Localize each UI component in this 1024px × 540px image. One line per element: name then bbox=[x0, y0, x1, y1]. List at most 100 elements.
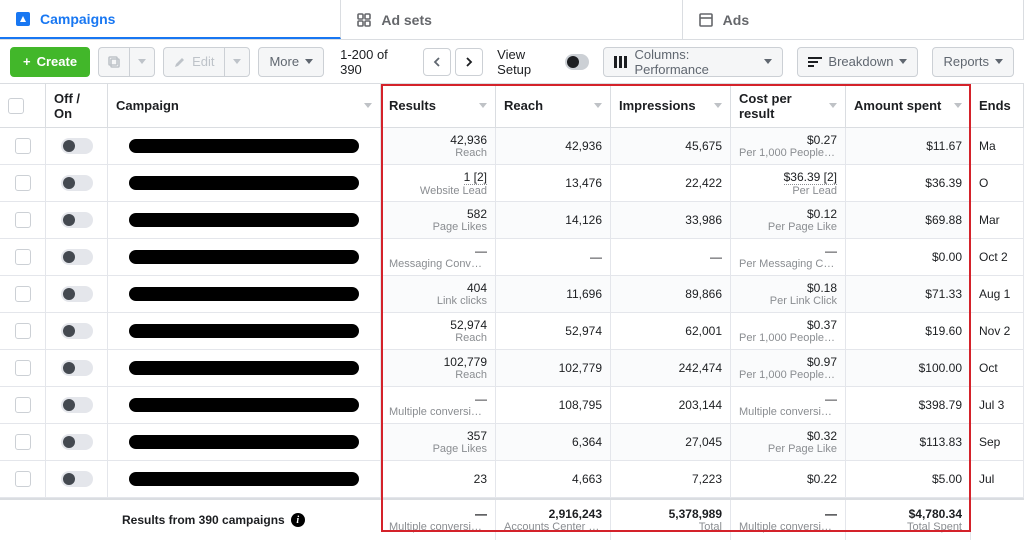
edit-dropdown[interactable] bbox=[224, 47, 250, 77]
row-toggle[interactable] bbox=[61, 360, 93, 376]
table-row[interactable]: —Multiple conversions108,795203,144—Mult… bbox=[0, 387, 1024, 424]
table-row[interactable]: 52,974Reach52,97462,001$0.37Per 1,000 Pe… bbox=[0, 313, 1024, 350]
toolbar: + Create Edit More 1-200 of 390 View bbox=[0, 40, 1024, 84]
results-sub: Reach bbox=[455, 147, 487, 159]
redacted-name bbox=[129, 324, 359, 338]
spent-value: $19.60 bbox=[925, 324, 962, 338]
campaign-name-cell[interactable] bbox=[108, 461, 381, 497]
row-checkbox[interactable] bbox=[15, 323, 31, 339]
edit-button[interactable]: Edit bbox=[163, 47, 224, 77]
row-checkbox-cell bbox=[0, 239, 46, 275]
table-row[interactable]: 582Page Likes14,12633,986$0.12Per Page L… bbox=[0, 202, 1024, 239]
row-toggle[interactable] bbox=[61, 323, 93, 339]
campaign-name-cell[interactable] bbox=[108, 165, 381, 201]
reports-button[interactable]: Reports bbox=[932, 47, 1014, 77]
row-checkbox-cell bbox=[0, 387, 46, 423]
duplicate-button[interactable] bbox=[98, 47, 129, 77]
reach-value: 4,663 bbox=[572, 472, 602, 486]
row-checkbox[interactable] bbox=[15, 212, 31, 228]
header-results[interactable]: Results bbox=[381, 84, 496, 127]
results-sub: Page Likes bbox=[433, 221, 487, 233]
row-toggle[interactable] bbox=[61, 249, 93, 265]
tab-ads[interactable]: Ads bbox=[683, 0, 1024, 39]
header-impressions[interactable]: Impressions bbox=[611, 84, 731, 127]
header-offon[interactable]: Off / On bbox=[46, 84, 108, 127]
prev-page-button[interactable] bbox=[423, 48, 451, 76]
campaign-name-cell[interactable] bbox=[108, 128, 381, 164]
create-button[interactable]: + Create bbox=[10, 47, 90, 77]
ends-cell: Sep bbox=[971, 424, 1024, 460]
impressions-value: 7,223 bbox=[692, 472, 722, 486]
more-button[interactable]: More bbox=[258, 47, 324, 77]
more-label: More bbox=[269, 54, 299, 69]
row-checkbox-cell bbox=[0, 165, 46, 201]
reach-value: 11,696 bbox=[566, 287, 602, 301]
row-checkbox[interactable] bbox=[15, 360, 31, 376]
row-toggle[interactable] bbox=[61, 471, 93, 487]
select-all-checkbox[interactable] bbox=[8, 98, 24, 114]
spent-value: $398.79 bbox=[919, 398, 962, 412]
tab-campaigns[interactable]: Campaigns bbox=[0, 0, 341, 39]
reach-value: 13,476 bbox=[565, 176, 602, 190]
row-toggle-cell bbox=[46, 350, 108, 386]
campaign-name-cell[interactable] bbox=[108, 350, 381, 386]
campaign-name-cell[interactable] bbox=[108, 424, 381, 460]
row-checkbox[interactable] bbox=[15, 434, 31, 450]
row-toggle[interactable] bbox=[61, 286, 93, 302]
campaign-name-cell[interactable] bbox=[108, 387, 381, 423]
header-ends[interactable]: Ends bbox=[971, 84, 1024, 127]
header-campaign[interactable]: Campaign bbox=[108, 84, 381, 127]
table-row[interactable]: 357Page Likes6,36427,045$0.32Per Page Li… bbox=[0, 424, 1024, 461]
header-cost-per-result[interactable]: Cost per result bbox=[731, 84, 846, 127]
impressions-value: 22,422 bbox=[685, 176, 722, 190]
results-value: 23 bbox=[474, 472, 487, 486]
reach-value: 52,974 bbox=[565, 324, 602, 338]
spent-cell: $5.00 bbox=[846, 461, 971, 497]
spent-value: $71.33 bbox=[925, 287, 962, 301]
header-reach[interactable]: Reach bbox=[496, 84, 611, 127]
duplicate-dropdown[interactable] bbox=[129, 47, 155, 77]
footer-results: — Multiple conversions bbox=[381, 500, 496, 540]
row-toggle[interactable] bbox=[61, 434, 93, 450]
cpr-value: $0.12 bbox=[807, 207, 837, 221]
row-toggle[interactable] bbox=[61, 397, 93, 413]
row-checkbox[interactable] bbox=[15, 286, 31, 302]
cpr-sub: Per Messaging Conv… bbox=[739, 258, 837, 270]
spent-cell: $11.67 bbox=[846, 128, 971, 164]
impressions-cell: 27,045 bbox=[611, 424, 731, 460]
spent-value: $11.67 bbox=[926, 139, 962, 153]
next-page-button[interactable] bbox=[455, 48, 483, 76]
row-checkbox[interactable] bbox=[15, 249, 31, 265]
columns-button[interactable]: Columns: Performance bbox=[603, 47, 783, 77]
table-row[interactable]: 1 [2]Website Lead13,47622,422$36.39 [2]P… bbox=[0, 165, 1024, 202]
row-checkbox[interactable] bbox=[15, 138, 31, 154]
row-toggle[interactable] bbox=[61, 138, 93, 154]
campaign-name-cell[interactable] bbox=[108, 313, 381, 349]
spent-cell: $113.83 bbox=[846, 424, 971, 460]
table-row[interactable]: 102,779Reach102,779242,474$0.97Per 1,000… bbox=[0, 350, 1024, 387]
row-checkbox[interactable] bbox=[15, 175, 31, 191]
tab-adsets[interactable]: Ad sets bbox=[341, 0, 682, 39]
reach-cell: 6,364 bbox=[496, 424, 611, 460]
header-amount-spent[interactable]: Amount spent bbox=[846, 84, 971, 127]
info-icon[interactable]: i bbox=[291, 513, 305, 527]
spent-value: $36.39 bbox=[925, 176, 962, 190]
spent-value: $69.88 bbox=[925, 213, 962, 227]
cpr-sub: Per Page Like bbox=[768, 221, 837, 233]
campaign-name-cell[interactable] bbox=[108, 239, 381, 275]
table-row[interactable]: 42,936Reach42,93645,675$0.27Per 1,000 Pe… bbox=[0, 128, 1024, 165]
table-row[interactable]: 234,6637,223$0.22$5.00Jul bbox=[0, 461, 1024, 498]
row-toggle-cell bbox=[46, 313, 108, 349]
cpr-cell: $0.37Per 1,000 People Re… bbox=[731, 313, 846, 349]
campaign-name-cell[interactable] bbox=[108, 276, 381, 312]
breakdown-button[interactable]: Breakdown bbox=[797, 47, 918, 77]
cpr-value: — bbox=[825, 244, 837, 258]
campaign-name-cell[interactable] bbox=[108, 202, 381, 238]
row-toggle[interactable] bbox=[61, 212, 93, 228]
row-checkbox[interactable] bbox=[15, 471, 31, 487]
row-toggle[interactable] bbox=[61, 175, 93, 191]
table-row[interactable]: —Messaging Conversa…———Per Messaging Con… bbox=[0, 239, 1024, 276]
view-setup-toggle[interactable] bbox=[565, 54, 590, 70]
table-row[interactable]: 404Link clicks11,69689,866$0.18Per Link … bbox=[0, 276, 1024, 313]
row-checkbox[interactable] bbox=[15, 397, 31, 413]
